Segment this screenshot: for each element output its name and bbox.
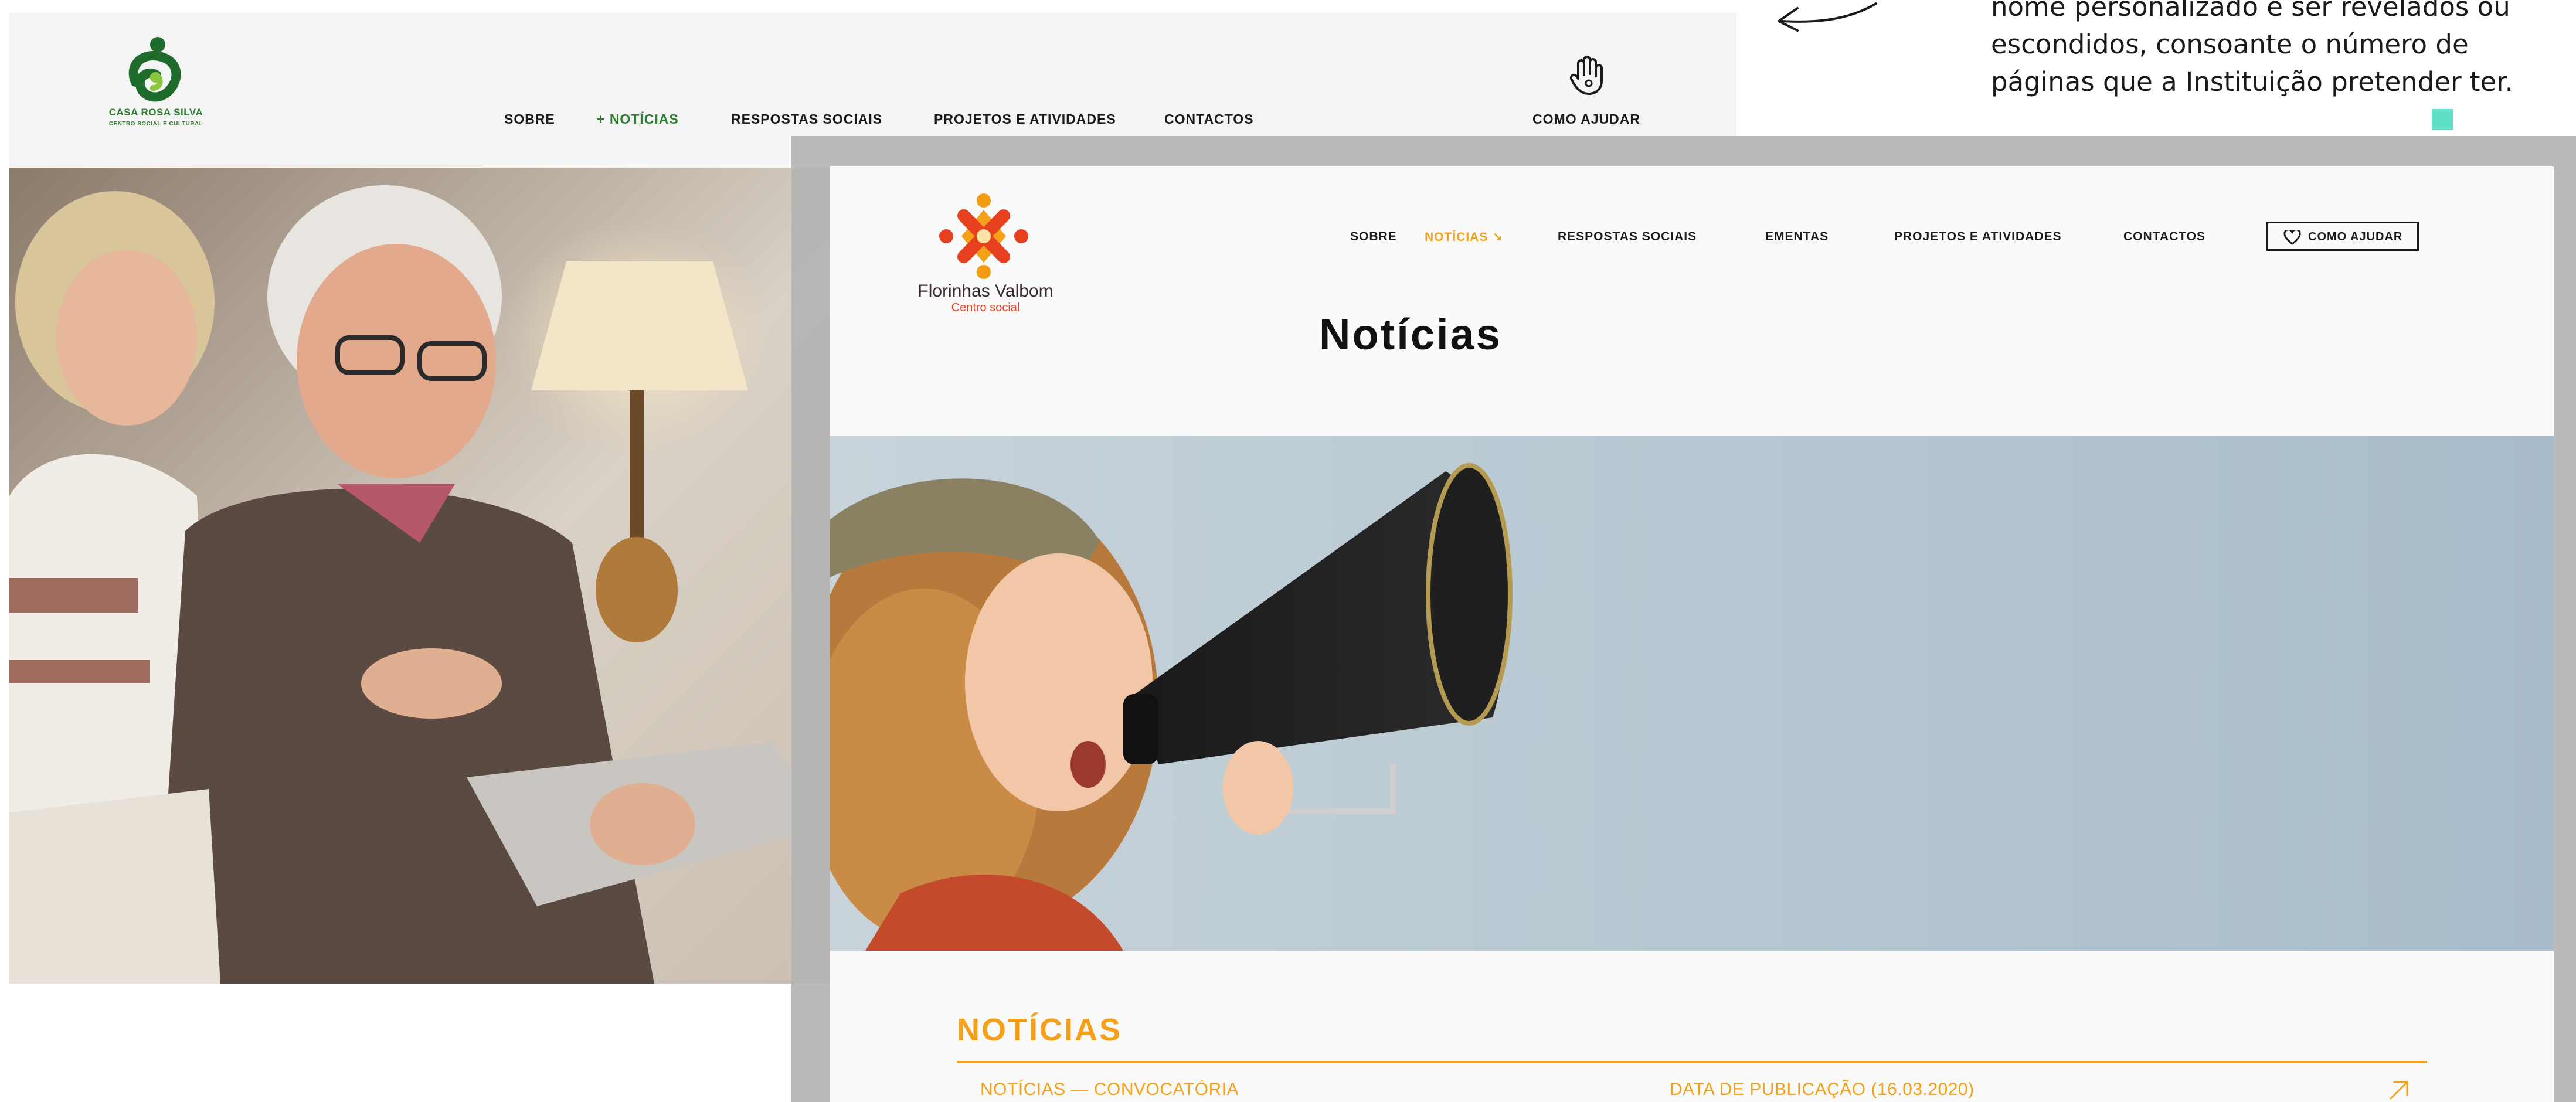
news-item-category: NOTÍCIAS — CONVOCATÓRIA bbox=[980, 1080, 1239, 1099]
back-nav-noticias[interactable]: + NOTÍCIAS bbox=[597, 111, 679, 127]
annotation-line: nome personalizado e ser revelados ou bbox=[1991, 0, 2510, 22]
annotation-line: páginas que a Instituição pretender ter. bbox=[1991, 66, 2513, 97]
elderly-couple-tablet-photo bbox=[9, 168, 832, 984]
news-item-date: DATA DE PUBLICAÇÃO (16.03.2020) bbox=[1670, 1080, 1975, 1099]
front-nav-noticias[interactable]: NOTÍCIAS ↘ bbox=[1425, 230, 1503, 244]
annotation-text: nome personalizado e ser revelados ou es… bbox=[1991, 0, 2565, 101]
back-nav-respostas-sociais[interactable]: RESPOSTAS SOCIAIS bbox=[731, 111, 882, 127]
annotation-line: escondidos, consoante o número de bbox=[1991, 29, 2469, 60]
back-como-ajudar-label: COMO AJUDAR bbox=[1532, 111, 1640, 127]
back-como-ajudar-button[interactable]: COMO AJUDAR bbox=[1525, 55, 1648, 137]
back-logo-name: CASA ROSA SILVA bbox=[108, 107, 203, 118]
front-nav-contactos[interactable]: CONTACTOS bbox=[2123, 230, 2205, 244]
front-nav-ementas[interactable]: EMENTAS bbox=[1765, 230, 1829, 244]
back-nav-sobre[interactable]: SOBRE bbox=[504, 111, 555, 127]
news-list-item[interactable]: NOTÍCIAS — CONVOCATÓRIA DATA DE PUBLICAÇ… bbox=[957, 1063, 2427, 1102]
front-nav-sobre[interactable]: SOBRE bbox=[1350, 230, 1397, 244]
arrow-up-right-icon[interactable] bbox=[2387, 1079, 2411, 1102]
child-megaphone-image bbox=[830, 436, 2554, 951]
front-nav-projetos[interactable]: PROJETOS E ATIVIDADES bbox=[1894, 230, 2062, 244]
front-logo-name: Florinhas Valbom bbox=[917, 281, 1053, 301]
hand-icon bbox=[1569, 56, 1603, 95]
back-logo-subtitle: CENTRO SOCIAL E CULTURAL bbox=[108, 121, 203, 127]
casa-rosa-silva-logo-icon bbox=[128, 37, 181, 102]
teal-marker bbox=[2432, 109, 2453, 130]
megaphone-hero-image bbox=[830, 436, 2554, 951]
heart-icon bbox=[2283, 230, 2301, 245]
front-nav-respostas-sociais[interactable]: RESPOSTAS SOCIAIS bbox=[1558, 230, 1697, 244]
back-nav-projetos[interactable]: PROJETOS E ATIVIDADES bbox=[934, 111, 1116, 127]
front-como-ajudar-button[interactable]: COMO AJUDAR bbox=[2266, 222, 2419, 251]
elderly-couple-image bbox=[9, 168, 832, 984]
florinhas-valbom-logo-icon bbox=[939, 193, 1028, 279]
front-logo-subtitle: Centro social bbox=[951, 301, 1020, 314]
curved-arrow-icon bbox=[1778, 2, 1877, 32]
back-nav-contactos[interactable]: CONTACTOS bbox=[1164, 111, 1254, 127]
front-como-ajudar-label: COMO AJUDAR bbox=[2308, 230, 2403, 243]
front-site-logo[interactable]: Florinhas Valbom Centro social bbox=[906, 192, 1065, 321]
page-title: Notícias bbox=[1319, 310, 1502, 359]
news-section-heading: NOTÍCIAS bbox=[957, 1012, 1123, 1047]
front-site-mockup: Florinhas Valbom Centro social SOBRE NOT… bbox=[830, 166, 2554, 1102]
back-site-logo[interactable]: CASA ROSA SILVA CENTRO SOCIAL E CULTURAL bbox=[91, 36, 220, 148]
